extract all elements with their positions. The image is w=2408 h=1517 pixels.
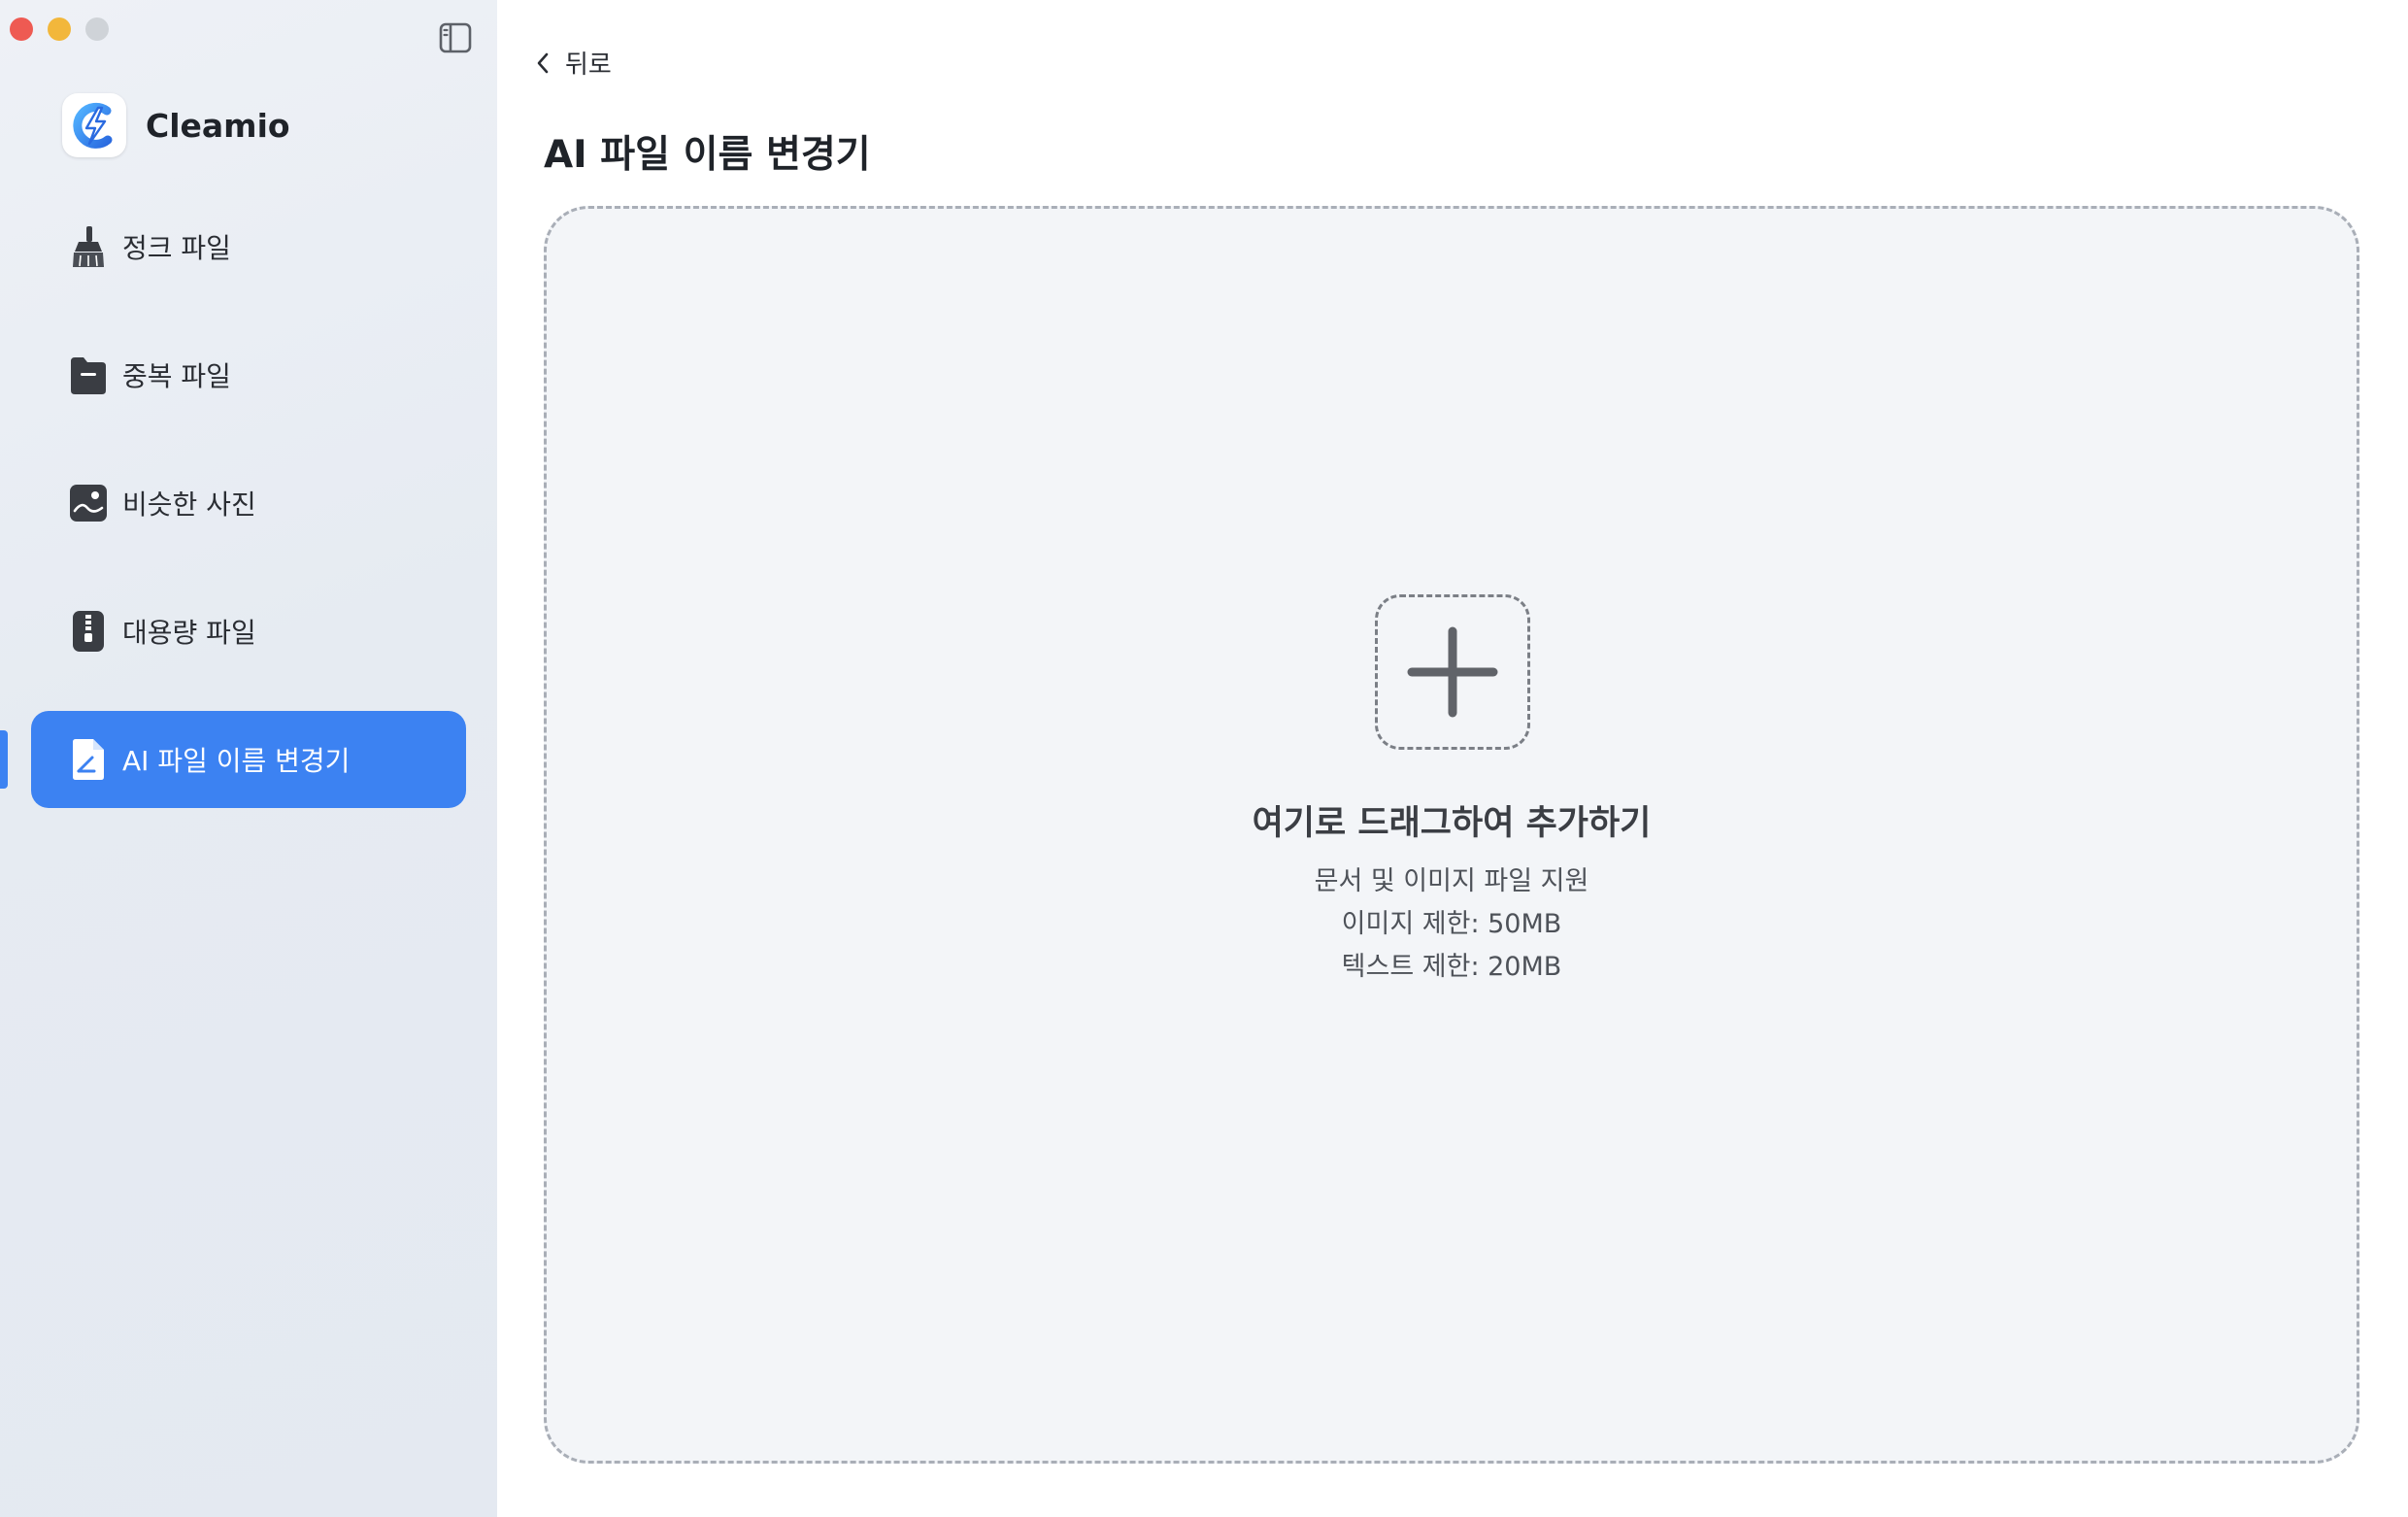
sidebar-item-duplicate-files[interactable]: 중복 파일 [31, 326, 466, 423]
add-files-button[interactable] [1375, 594, 1530, 750]
sidebar-item-ai-renamer[interactable]: AI 파일 이름 변경기 [31, 711, 466, 808]
sidebar-item-label: AI 파일 이름 변경기 [122, 745, 351, 777]
sidebar-item-label: 정크 파일 [122, 232, 231, 264]
app-name: Cleamio [146, 106, 290, 145]
sidebar-toggle-icon[interactable] [439, 21, 472, 54]
active-item-indicator [0, 730, 8, 789]
text-limit-text: 텍스트 제한: 20MB [1341, 952, 1562, 982]
main-content: 뒤로 AI 파일 이름 변경기 여기로 드래그하여 추가하기 문서 및 이미지 … [497, 0, 2408, 1517]
zoom-window-button[interactable] [85, 17, 109, 41]
brand: Cleamio [62, 93, 290, 157]
window-controls [10, 17, 109, 41]
sidebar-item-large-files[interactable]: 대용량 파일 [31, 583, 466, 680]
dropzone-title: 여기로 드래그하여 추가하기 [1252, 804, 1652, 843]
zip-archive-icon [68, 609, 109, 654]
app-window: Cleamio 정크 파일 중복 파일 비슷한 사진 대용량 파일 AI 파일 … [0, 0, 2408, 1517]
plus-icon [1407, 626, 1498, 718]
sidebar-nav: 정크 파일 중복 파일 비슷한 사진 대용량 파일 AI 파일 이름 변경기 [31, 198, 466, 839]
close-window-button[interactable] [10, 17, 33, 41]
broom-icon [68, 224, 109, 269]
supported-files-text: 문서 및 이미지 파일 지원 [1314, 866, 1589, 896]
image-limit-text: 이미지 제한: 50MB [1341, 909, 1562, 939]
sidebar-item-junk-files[interactable]: 정크 파일 [31, 198, 466, 295]
photo-icon [68, 481, 109, 525]
sidebar-item-label: 대용량 파일 [122, 617, 256, 649]
minimize-window-button[interactable] [48, 17, 71, 41]
back-label: 뒤로 [565, 51, 612, 80]
sidebar-item-similar-photos[interactable]: 비슷한 사진 [31, 455, 466, 552]
page-title: AI 파일 이름 변경기 [544, 133, 871, 177]
file-dropzone[interactable]: 여기로 드래그하여 추가하기 문서 및 이미지 파일 지원 이미지 제한: 50… [544, 206, 2359, 1464]
sidebar: Cleamio 정크 파일 중복 파일 비슷한 사진 대용량 파일 AI 파일 … [0, 0, 497, 1517]
back-button[interactable]: 뒤로 [536, 45, 612, 81]
sidebar-item-label: 중복 파일 [122, 360, 231, 392]
folder-icon [68, 353, 109, 397]
chevron-left-icon [537, 52, 549, 73]
sidebar-item-label: 비슷한 사진 [122, 489, 256, 521]
lightning-c-logo-icon [62, 93, 126, 157]
document-rename-icon [68, 737, 109, 782]
